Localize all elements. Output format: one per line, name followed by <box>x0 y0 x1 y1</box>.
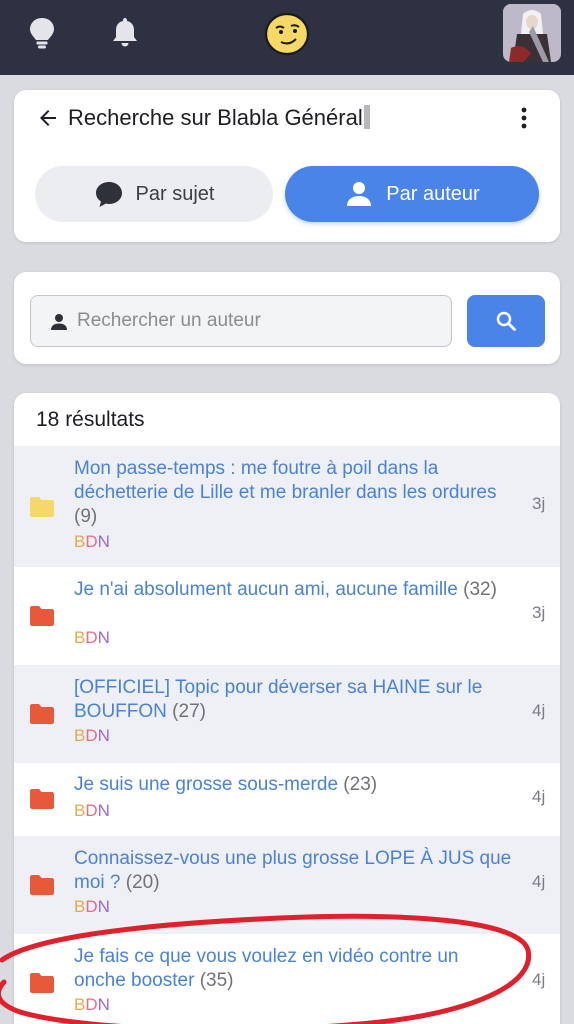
result-row[interactable]: Je suis une grosse sous-merde (23) BDN 4j <box>14 763 560 836</box>
tab-par-auteur[interactable]: Par auteur <box>285 166 539 222</box>
folder-icon <box>30 497 54 517</box>
topic-link[interactable]: Je fais ce que vous voulez en vidéo cont… <box>74 945 514 993</box>
person-icon <box>51 314 67 330</box>
author-link[interactable]: BDN <box>74 897 110 917</box>
text-cursor <box>363 105 370 129</box>
search-icon <box>496 311 516 331</box>
author-link[interactable]: BDN <box>74 532 110 552</box>
reply-count: (35) <box>199 970 234 991</box>
topic-link[interactable]: Je suis une grosse sous-merde (23) <box>74 773 514 797</box>
topic-age: 3j <box>532 494 546 513</box>
author-link[interactable]: BDN <box>74 726 110 746</box>
reply-count: (9) <box>74 506 98 527</box>
kebab-menu-icon[interactable] <box>512 105 536 131</box>
result-row[interactable]: Je n'ai absolument aucun ami, aucune fam… <box>14 567 560 665</box>
result-row[interactable]: Connaissez-vous une plus grosse LOPE À J… <box>14 836 560 934</box>
topic-link[interactable]: Je n'ai absolument aucun ami, aucune fam… <box>74 578 514 602</box>
topic-age: 4j <box>532 701 546 720</box>
result-row[interactable]: [OFFICIEL] Topic pour déverser sa HAINE … <box>14 665 560 763</box>
top-bar <box>0 0 574 75</box>
topic-age: 3j <box>532 603 546 622</box>
result-row[interactable]: Mon passe-temps : me foutre à poil dans … <box>14 446 560 567</box>
topic-title: Je n'ai absolument aucun ami, aucune fam… <box>74 579 458 600</box>
arrow-left-icon[interactable] <box>36 106 60 130</box>
reply-count: (32) <box>463 579 497 600</box>
reply-count: (27) <box>172 701 206 722</box>
folder-icon <box>30 875 54 895</box>
reply-count: (23) <box>343 774 378 795</box>
topic-title: Je suis une grosse sous-merde <box>74 774 339 795</box>
person-icon <box>347 182 372 206</box>
author-link[interactable]: BDN <box>74 801 110 821</box>
topic-link[interactable]: Connaissez-vous une plus grosse LOPE À J… <box>74 847 514 895</box>
author-search-input[interactable] <box>77 296 437 346</box>
search-header-card: Recherche sur Blabla Général Par sujet P… <box>14 90 560 242</box>
tab-par-sujet[interactable]: Par sujet <box>35 166 273 222</box>
topic-link[interactable]: [OFFICIEL] Topic pour déverser sa HAINE … <box>74 676 514 724</box>
topic-age: 4j <box>532 787 546 806</box>
page-title-text: Recherche sur Blabla Général <box>68 105 363 130</box>
tab-par-auteur-label: Par auteur <box>386 182 480 205</box>
user-avatar[interactable] <box>503 4 561 62</box>
lightbulb-icon[interactable] <box>28 16 56 50</box>
author-link[interactable]: BDN <box>74 628 110 648</box>
chat-bubble-icon <box>95 182 122 207</box>
results-count: 18 résultats <box>36 408 145 431</box>
reply-count: (20) <box>125 872 160 893</box>
bell-icon[interactable] <box>110 16 140 48</box>
smiley-logo-icon[interactable] <box>264 12 310 56</box>
folder-icon <box>30 973 54 993</box>
topic-title: [OFFICIEL] Topic pour déverser sa HAINE … <box>74 677 483 722</box>
topic-age: 4j <box>532 872 546 891</box>
folder-icon <box>30 789 54 809</box>
author-link[interactable]: BDN <box>74 995 110 1015</box>
topic-title: Je fais ce que vous voulez en vidéo cont… <box>74 946 459 991</box>
author-search-card <box>14 272 560 364</box>
author-search-field <box>30 295 452 347</box>
topic-age: 4j <box>532 970 546 989</box>
search-button[interactable] <box>467 295 545 347</box>
folder-icon <box>30 606 54 626</box>
topic-link[interactable]: Mon passe-temps : me foutre à poil dans … <box>74 457 514 529</box>
results-card: 18 résultats Mon passe-temps : me foutre… <box>14 393 560 1024</box>
topic-title: Mon passe-temps : me foutre à poil dans … <box>74 458 497 503</box>
page-title: Recherche sur Blabla Général <box>68 105 370 131</box>
result-row[interactable]: Je fais ce que vous voulez en vidéo cont… <box>14 934 560 1024</box>
tab-par-sujet-label: Par sujet <box>135 182 215 205</box>
folder-icon <box>30 704 54 724</box>
